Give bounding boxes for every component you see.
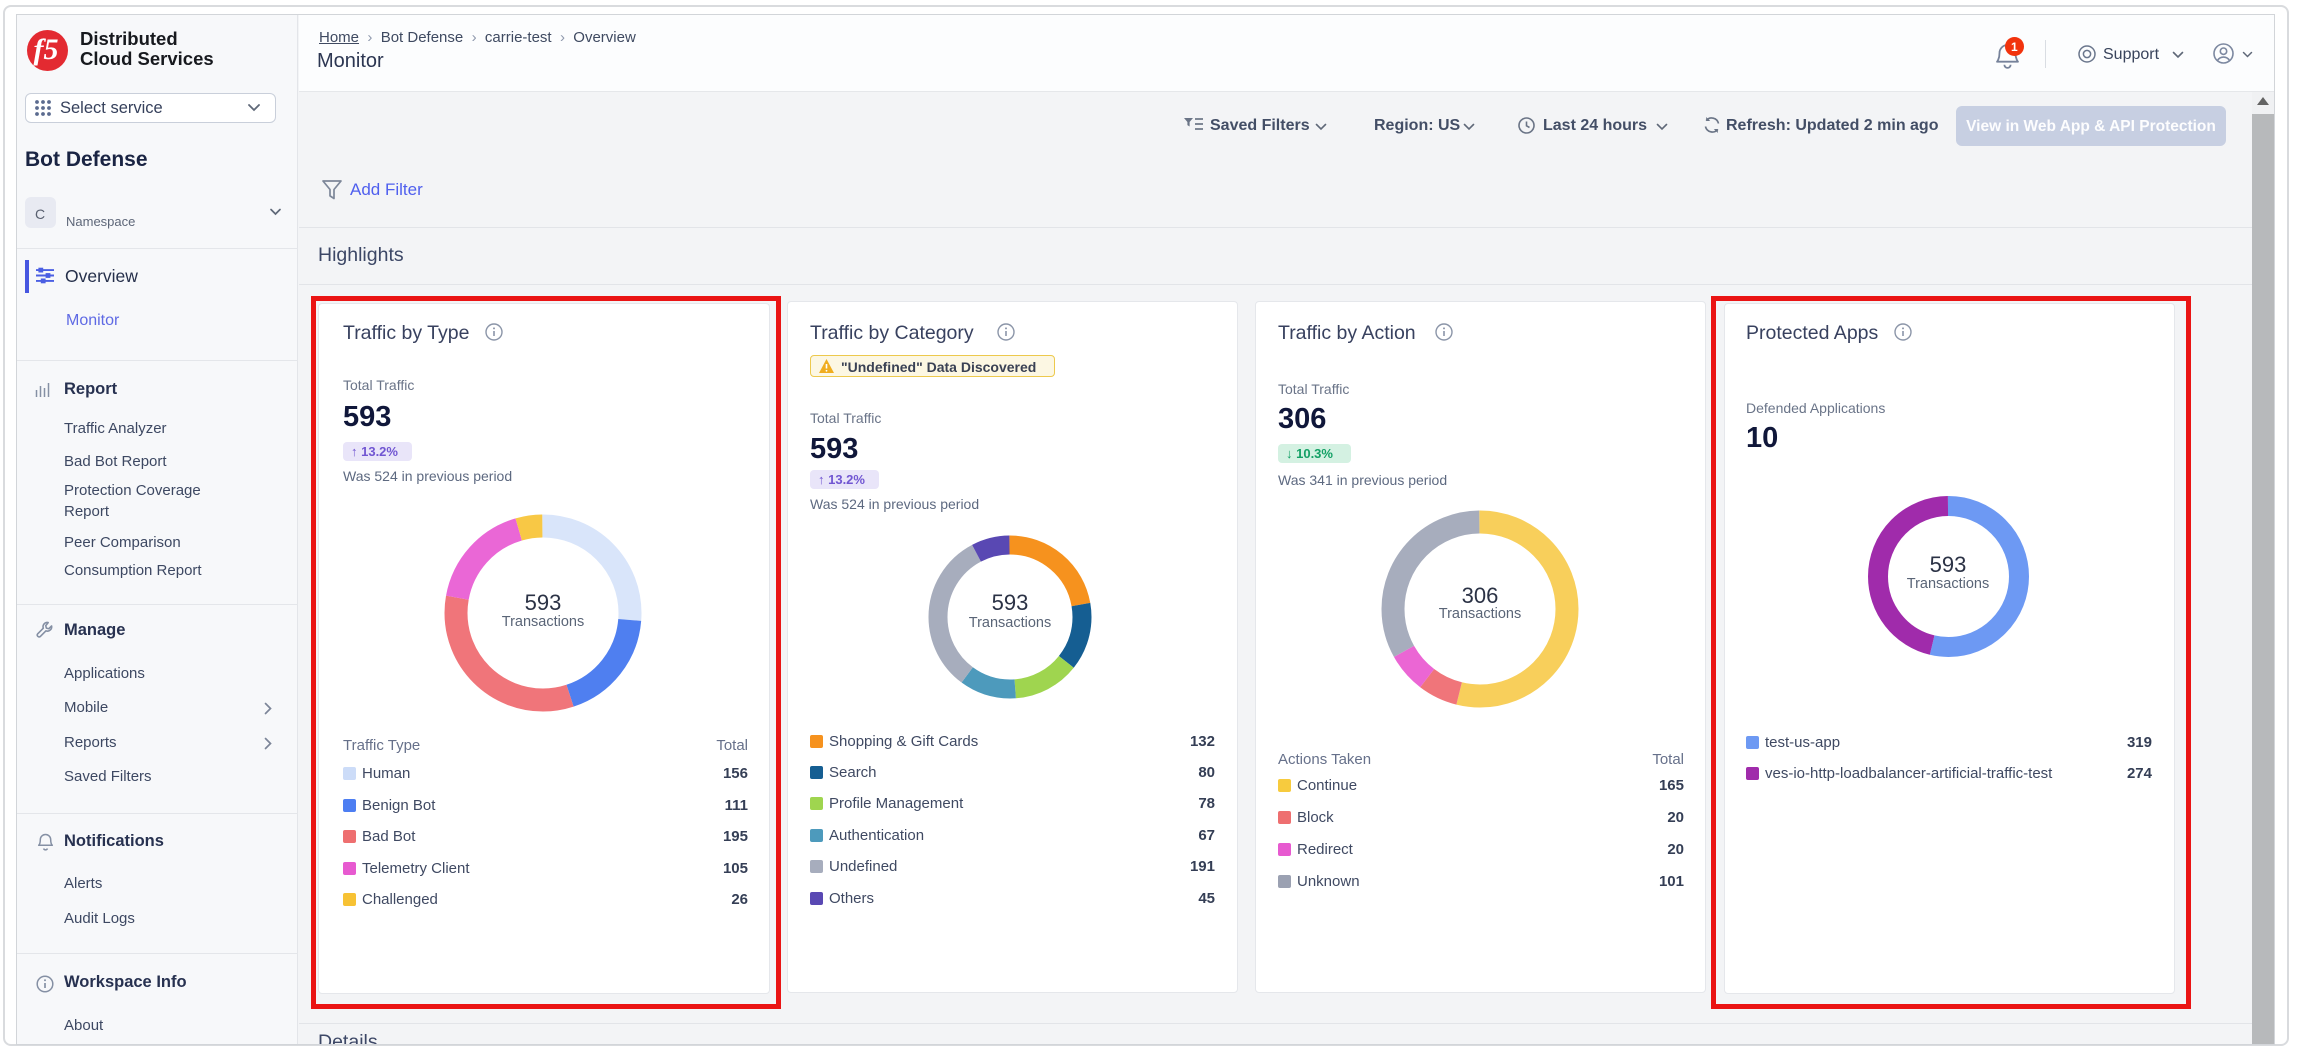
svg-text:f5: f5 (34, 33, 59, 66)
